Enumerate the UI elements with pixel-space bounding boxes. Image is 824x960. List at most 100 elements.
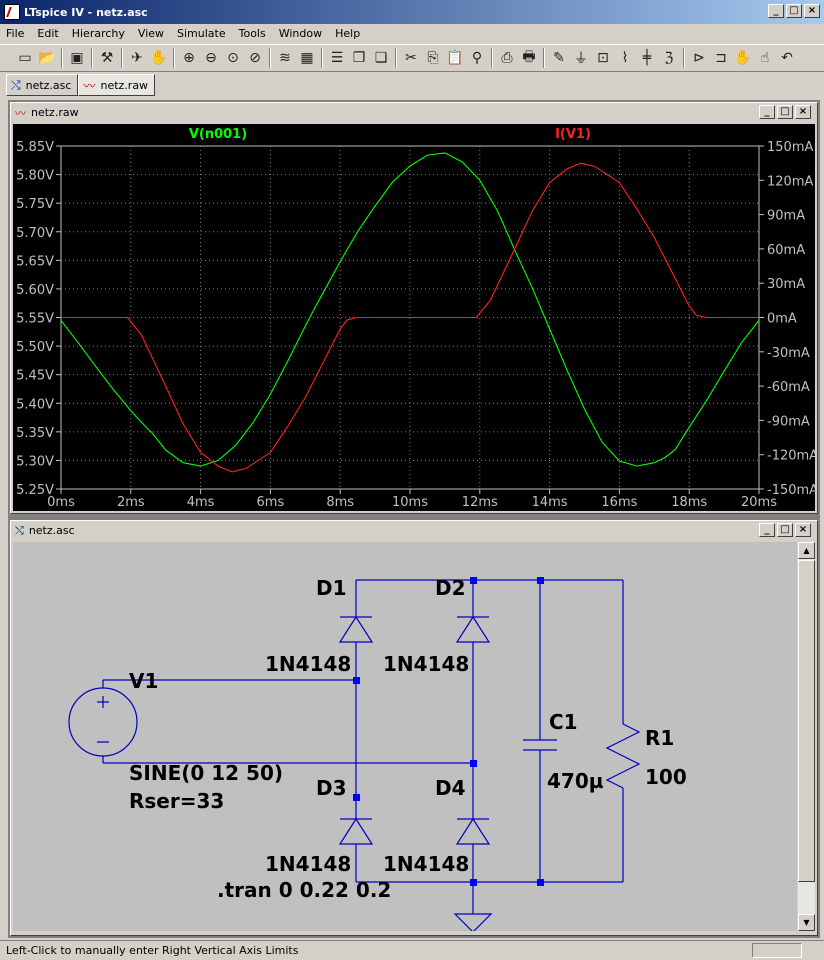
inductor-icon[interactable]: ℨ — [658, 47, 680, 69]
series-label-0[interactable]: V(n001) — [189, 127, 247, 142]
d2-model-label[interactable]: 1N4148 — [383, 652, 469, 676]
x-tick-label: 6ms — [257, 495, 285, 510]
save-icon[interactable]: ▣ — [66, 47, 88, 69]
d2-diode-symbol[interactable] — [455, 615, 491, 643]
right-y-tick-label: -120mA — [767, 449, 815, 464]
halt-icon[interactable]: ✋ — [148, 47, 170, 69]
junction-dot — [353, 677, 360, 684]
control-panel-icon[interactable]: ⚒ — [96, 47, 118, 69]
component-icon[interactable]: ⊐ — [710, 47, 732, 69]
undo-icon[interactable]: ↶ — [776, 47, 798, 69]
open-icon[interactable]: 📂 — [36, 47, 58, 69]
scroll-up-button[interactable]: ▲ — [798, 542, 815, 559]
junction-dot — [470, 760, 477, 767]
move-icon[interactable]: ✋ — [732, 47, 754, 69]
r1-value-label[interactable]: 100 — [645, 765, 687, 789]
d4-model-label[interactable]: 1N4148 — [383, 852, 469, 876]
schematic-close-button[interactable]: × — [795, 523, 811, 537]
d3-ref-label[interactable]: D3 — [316, 776, 347, 800]
menu-bar: File Edit Hierarchy View Simulate Tools … — [0, 24, 824, 43]
maximize-button[interactable]: □ — [786, 4, 802, 18]
v1-value-label[interactable]: SINE(0 12 50) — [129, 761, 283, 785]
left-y-tick-label: 5.45V — [16, 369, 54, 384]
zoom-in-icon[interactable]: ⊕ — [178, 47, 200, 69]
tab-netz-asc[interactable]: ⤭ netz.asc — [6, 74, 79, 96]
left-y-tick-label: 5.60V — [16, 283, 54, 298]
label-icon[interactable]: ⊡ — [592, 47, 614, 69]
tab-netz-raw[interactable]: 〰 netz.raw — [78, 74, 156, 96]
menu-simulate[interactable]: Simulate — [177, 27, 226, 40]
new-schematic-icon[interactable]: ▭ — [14, 47, 36, 69]
print-icon[interactable]: 🖶 — [518, 47, 540, 69]
c1-value-label[interactable]: 470µ — [547, 769, 604, 793]
capacitor-icon[interactable]: ╪ — [636, 47, 658, 69]
menu-tools[interactable]: Tools — [239, 27, 266, 40]
minimize-button[interactable]: _ — [768, 4, 784, 18]
print-setup-icon[interactable]: ⎙ — [496, 47, 518, 69]
diode-icon[interactable]: ⊳ — [688, 47, 710, 69]
d2-ref-label[interactable]: D2 — [435, 576, 466, 600]
right-y-tick-label: 150mA — [767, 140, 813, 155]
resistor-icon[interactable]: ⌇ — [614, 47, 636, 69]
menu-window[interactable]: Window — [279, 27, 322, 40]
waveform-minimize-button[interactable]: _ — [759, 105, 775, 119]
cascade-icon[interactable]: ❐ — [348, 47, 370, 69]
v1-ref-label[interactable]: V1 — [129, 669, 158, 693]
menu-help[interactable]: Help — [335, 27, 360, 40]
left-y-tick-label: 5.70V — [16, 226, 54, 241]
d1-ref-label[interactable]: D1 — [316, 576, 347, 600]
menu-view[interactable]: View — [138, 27, 164, 40]
paste-icon[interactable]: 📋 — [444, 47, 466, 69]
waveform-close-button[interactable]: × — [795, 105, 811, 119]
schematic-minimize-button[interactable]: _ — [759, 523, 775, 537]
waveform-chart[interactable]: 0ms 2ms 4ms 6ms 8ms 10ms 12ms 14ms 16ms 18ms 20ms5… — [13, 124, 818, 511]
d1-model-label[interactable]: 1N4148 — [265, 652, 351, 676]
menu-file[interactable]: File — [6, 27, 24, 40]
r1-ref-label[interactable]: R1 — [645, 726, 674, 750]
waveform-plot-area[interactable]: 0ms 2ms 4ms 6ms 8ms 10ms 12ms 14ms 16ms 18ms 20ms 5… — [13, 124, 818, 511]
series-label-1[interactable]: I(V1) — [555, 127, 591, 142]
wire-icon[interactable]: ✎ — [548, 47, 570, 69]
find-icon[interactable]: ⚲ — [466, 47, 488, 69]
d4-ref-label[interactable]: D4 — [435, 776, 466, 800]
tile-horizontal-icon[interactable]: ☰ — [326, 47, 348, 69]
right-y-tick-label: -30mA — [767, 346, 810, 361]
toolbar: ▭ 📂 ▣ ⚒ ✈ ✋ ⊕ ⊖ ⊙ ⊘ ≋ ▦ ☰ ❐ ❏ ✂ ⎘ 📋 ⚲ ⎙ … — [0, 44, 824, 72]
d4-diode-symbol[interactable] — [455, 817, 491, 845]
zoom-full-icon[interactable]: ⊙ — [222, 47, 244, 69]
menu-edit[interactable]: Edit — [37, 27, 58, 40]
schematic-canvas[interactable]: V1 SINE(0 12 50) Rser=33 D1 D2 1N4148 1N… — [13, 542, 797, 933]
cancel-zoom-icon[interactable]: ⊘ — [244, 47, 266, 69]
d3-diode-symbol[interactable] — [338, 817, 374, 845]
d1-diode-symbol[interactable] — [338, 615, 374, 643]
menu-hierarchy[interactable]: Hierarchy — [72, 27, 125, 40]
zoom-out-icon[interactable]: ⊖ — [200, 47, 222, 69]
schematic-maximize-button[interactable]: □ — [777, 523, 793, 537]
close-all-icon[interactable]: ❏ — [370, 47, 392, 69]
x-tick-label: 16ms — [601, 495, 637, 510]
junction-dot — [537, 879, 544, 886]
plot-settings-icon[interactable]: ≋ — [274, 47, 296, 69]
c1-ref-label[interactable]: C1 — [549, 710, 578, 734]
drag-icon[interactable]: ☝ — [754, 47, 776, 69]
autorange-icon[interactable]: ▦ — [296, 47, 318, 69]
scroll-down-button[interactable]: ▼ — [798, 914, 815, 931]
schematic-vertical-scrollbar[interactable]: ▲ ▼ — [798, 542, 815, 931]
scroll-thumb[interactable] — [798, 560, 815, 882]
d3-model-label[interactable]: 1N4148 — [265, 852, 351, 876]
ground-symbol[interactable] — [453, 882, 493, 933]
schematic-window: ⤭ netz.asc _ □ × V1 SINE(0 12 50) Rser=3… — [10, 520, 818, 936]
ltspice-app-icon[interactable] — [4, 4, 20, 20]
copy-icon[interactable]: ⎘ — [422, 47, 444, 69]
status-text: Left-Click to manually enter Right Verti… — [6, 944, 299, 957]
r1-resistor-symbol[interactable] — [605, 580, 641, 882]
schematic-drawing[interactable]: V1 SINE(0 12 50) Rser=33 D1 D2 1N4148 1N… — [13, 542, 797, 933]
waveform-maximize-button[interactable]: □ — [777, 105, 793, 119]
cut-icon[interactable]: ✂ — [400, 47, 422, 69]
close-button[interactable]: × — [804, 4, 820, 18]
spice-directive[interactable]: .tran 0 0.22 0.2 — [217, 878, 391, 902]
left-y-tick-label: 5.30V — [16, 454, 54, 469]
ground-icon[interactable]: ⏚ — [570, 47, 592, 69]
run-icon[interactable]: ✈ — [126, 47, 148, 69]
v1-param-label[interactable]: Rser=33 — [129, 789, 224, 813]
